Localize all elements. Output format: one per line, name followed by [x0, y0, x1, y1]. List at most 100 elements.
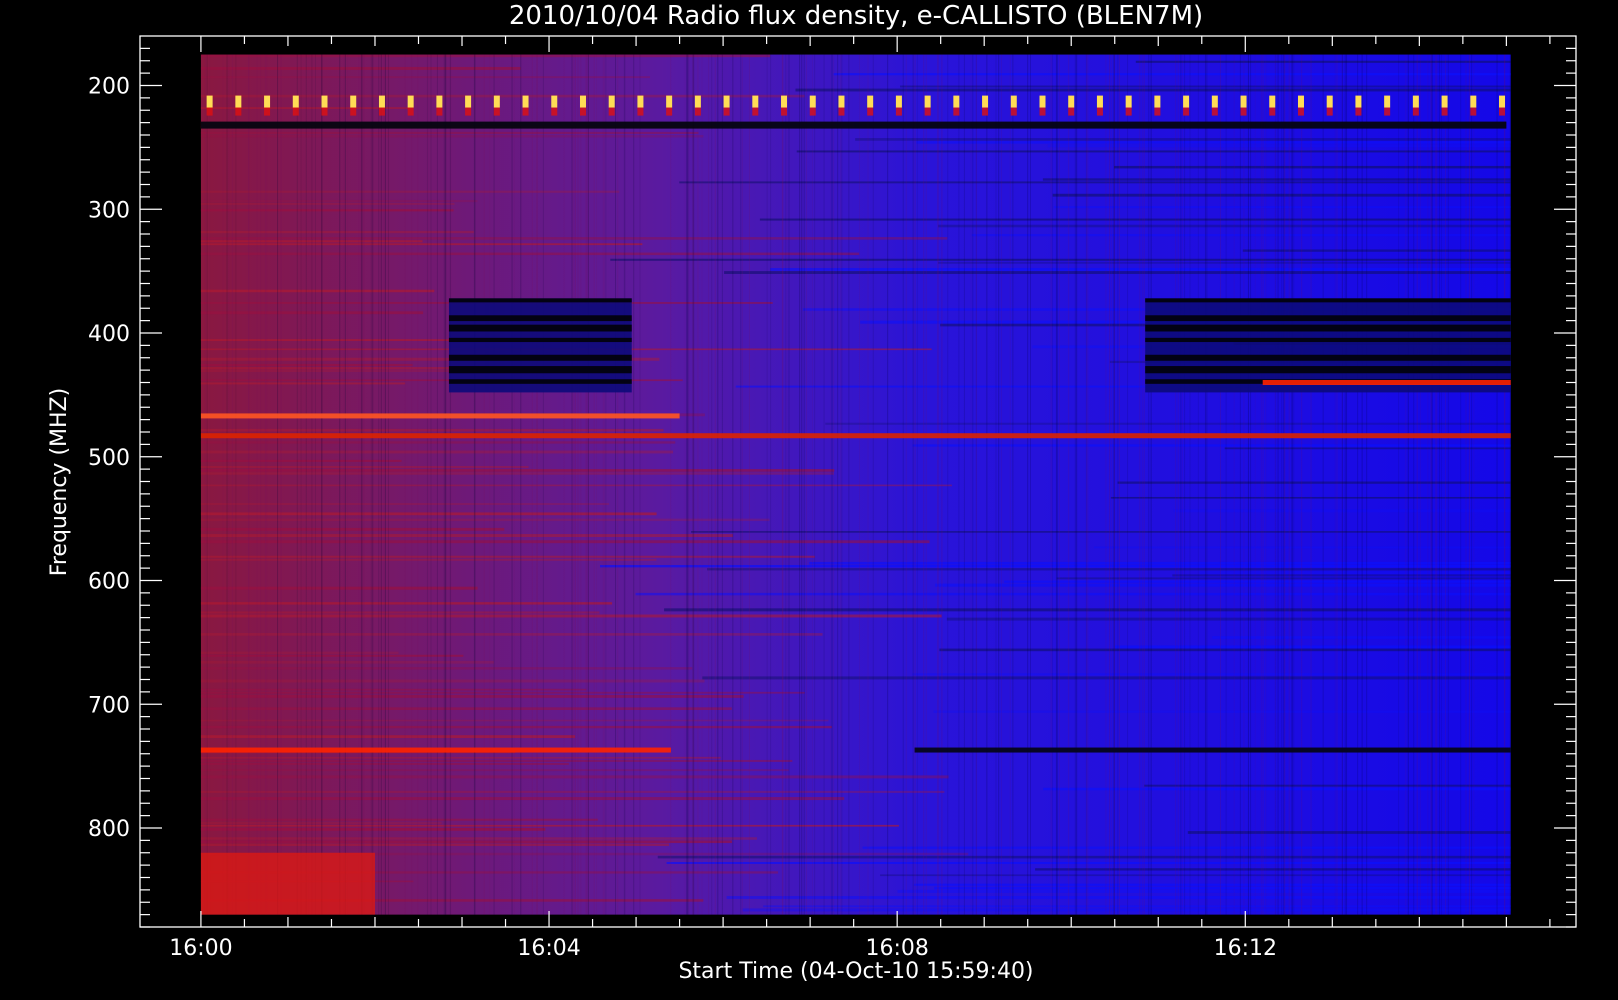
radio-pulse-tail	[1183, 107, 1190, 116]
time-sample-stripe	[814, 54, 816, 915]
time-sample-stripe	[206, 54, 208, 915]
time-sample-stripe	[1050, 54, 1052, 915]
radio-pulse-tail	[1384, 107, 1391, 116]
time-sample-stripe	[445, 54, 447, 915]
time-sample-stripe	[717, 54, 719, 915]
frequency-channel-stripe	[933, 710, 1511, 713]
frequency-channel-stripe	[1187, 831, 1511, 834]
radio-pulse-tail	[1441, 107, 1448, 116]
time-sample-stripe	[493, 54, 495, 915]
frequency-channel-stripe	[796, 150, 1511, 153]
radio-pulse	[1499, 95, 1506, 108]
time-sample-stripe	[563, 54, 565, 915]
frequency-channel-stripe	[200, 654, 464, 657]
radio-pulse	[1183, 95, 1190, 108]
time-sample-stripe	[770, 54, 772, 915]
time-sample-stripe	[1405, 54, 1407, 915]
radio-pulse	[1355, 95, 1362, 108]
time-sample-stripe	[1247, 54, 1249, 915]
time-sample-stripe	[1225, 54, 1227, 915]
time-sample-stripe	[360, 54, 362, 915]
time-sample-stripe	[264, 54, 266, 915]
radio-pulse	[522, 95, 529, 108]
time-sample-stripe	[692, 54, 694, 915]
time-sample-stripe	[387, 54, 389, 915]
radio-pulse-tail	[781, 107, 788, 116]
frequency-channel-stripe	[938, 261, 1511, 264]
time-sample-stripe	[740, 54, 742, 915]
radio-pulse-tail	[895, 107, 902, 116]
time-sample-stripe	[1281, 54, 1283, 915]
radio-pulse	[579, 95, 586, 108]
time-sample-stripe	[315, 54, 317, 915]
frequency-channel-stripe	[200, 469, 835, 472]
time-sample-stripe	[1086, 54, 1088, 915]
radio-pulse	[350, 95, 357, 108]
time-sample-stripe	[417, 54, 419, 915]
time-sample-stripe	[913, 54, 915, 915]
time-sample-stripe	[958, 54, 960, 915]
radio-pulse-tail	[292, 107, 299, 116]
radio-pulse	[1240, 95, 1247, 108]
radio-pulse-tail	[1269, 107, 1276, 116]
time-sample-stripe	[347, 54, 349, 915]
time-sample-stripe	[711, 54, 713, 915]
y-tick-label: 600	[88, 570, 130, 595]
time-sample-stripe	[489, 54, 491, 915]
time-sample-stripe	[633, 54, 635, 915]
radio-pulse	[465, 95, 472, 108]
time-sample-stripe	[624, 54, 626, 915]
radio-pulse-tail	[1240, 107, 1247, 116]
frequency-channel-stripe	[1114, 645, 1511, 649]
time-sample-stripe	[1407, 54, 1409, 915]
time-sample-stripe	[266, 54, 268, 915]
radio-pulse-tail	[465, 107, 472, 116]
time-sample-stripe	[1181, 54, 1183, 915]
time-sample-stripe	[209, 54, 211, 915]
chart-title: 2010/10/04 Radio flux density, e-CALLIST…	[509, 1, 1203, 31]
time-sample-stripe	[321, 54, 323, 915]
time-sample-stripe	[803, 54, 805, 915]
frequency-channel-stripe	[1242, 249, 1511, 252]
time-sample-stripe	[1027, 54, 1029, 915]
time-sample-stripe	[1055, 54, 1057, 915]
time-sample-stripe	[1336, 54, 1338, 915]
time-sample-stripe	[1127, 54, 1129, 915]
time-sample-stripe	[404, 54, 406, 915]
time-sample-stripe	[343, 54, 345, 915]
frequency-channel-stripe	[200, 76, 651, 79]
frequency-channel-stripe	[1199, 571, 1511, 575]
time-sample-stripe	[1150, 54, 1152, 915]
frequency-channel-stripe	[200, 466, 529, 468]
time-sample-stripe	[1288, 54, 1290, 915]
frequency-channel-stripe	[833, 73, 1511, 76]
time-sample-stripe	[785, 54, 787, 915]
frequency-channel-stripe	[200, 203, 455, 205]
time-sample-stripe	[766, 54, 768, 915]
radio-pulse	[694, 95, 701, 108]
time-sample-stripe	[1029, 54, 1031, 915]
y-axis-label: Frequency (MHZ)	[47, 388, 72, 576]
time-sample-stripe	[311, 54, 313, 915]
radio-pulse-tail	[666, 107, 673, 116]
radio-pulse-tail	[264, 107, 271, 116]
time-sample-stripe	[511, 54, 513, 915]
radio-pulse-tail	[809, 107, 816, 116]
radio-pulse	[608, 95, 615, 108]
frequency-channel-stripe	[200, 688, 587, 691]
time-sample-stripe	[697, 54, 699, 915]
time-sample-stripe	[1109, 54, 1111, 915]
time-sample-stripe	[684, 54, 686, 915]
radio-pulse	[235, 95, 242, 108]
time-sample-stripe	[1243, 54, 1245, 915]
dark-block-line	[448, 366, 632, 374]
time-sample-stripe	[296, 54, 298, 915]
radio-pulse	[781, 95, 788, 108]
time-sample-stripe	[1000, 54, 1002, 915]
time-sample-stripe	[1074, 54, 1076, 915]
time-sample-stripe	[1177, 54, 1179, 915]
time-sample-stripe	[1219, 54, 1221, 915]
frequency-channel-stripe	[200, 824, 899, 827]
radio-pulse-tail	[982, 107, 989, 116]
radio-pulse	[1412, 95, 1419, 108]
